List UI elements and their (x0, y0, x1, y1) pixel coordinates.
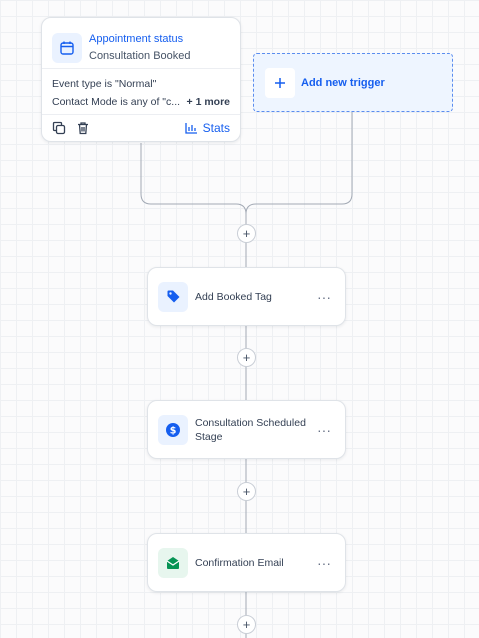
add-step-button[interactable]: + (237, 615, 256, 634)
more-conditions-link[interactable]: + 1 more (187, 93, 230, 111)
more-options-icon[interactable]: ··· (317, 555, 331, 571)
add-step-button[interactable]: + (237, 348, 256, 367)
trash-icon[interactable] (76, 121, 90, 135)
trigger-title: Appointment status (89, 32, 184, 45)
action-label: Confirmation Email (195, 556, 284, 569)
more-options-icon[interactable]: ··· (317, 422, 331, 438)
action-label: Add Booked Tag (195, 290, 272, 303)
trigger-card[interactable]: Appointment status Consultation Booked E… (41, 17, 241, 142)
trigger-condition: Contact Mode is any of "c... (52, 96, 181, 108)
action-node-confirmation-email[interactable]: Confirmation Email ··· (147, 533, 346, 592)
dollar-icon: $ (158, 414, 188, 445)
email-icon (158, 547, 188, 578)
action-node-consultation-scheduled-stage[interactable]: $ Consultation Scheduled Stage ··· (147, 400, 346, 459)
trigger-subtitle: Consultation Booked (89, 49, 191, 62)
trigger-condition: Event type is "Normal" (52, 78, 157, 90)
stats-label: Stats (202, 121, 230, 135)
more-options-icon[interactable]: ··· (317, 289, 331, 305)
stats-button[interactable]: Stats (184, 121, 230, 135)
calendar-icon (52, 32, 82, 63)
add-step-button[interactable]: + (237, 482, 256, 501)
copy-icon[interactable] (52, 121, 66, 135)
action-label: Consultation Scheduled Stage (195, 416, 306, 443)
add-new-trigger-button[interactable]: Add new trigger (253, 53, 453, 112)
svg-text:$: $ (170, 425, 177, 436)
tag-icon (158, 281, 188, 312)
add-step-button[interactable]: + (237, 224, 256, 243)
bar-chart-icon (184, 123, 197, 134)
add-trigger-label: Add new trigger (301, 76, 385, 89)
action-node-add-booked-tag[interactable]: Add Booked Tag ··· (147, 267, 346, 326)
plus-icon (265, 67, 295, 98)
